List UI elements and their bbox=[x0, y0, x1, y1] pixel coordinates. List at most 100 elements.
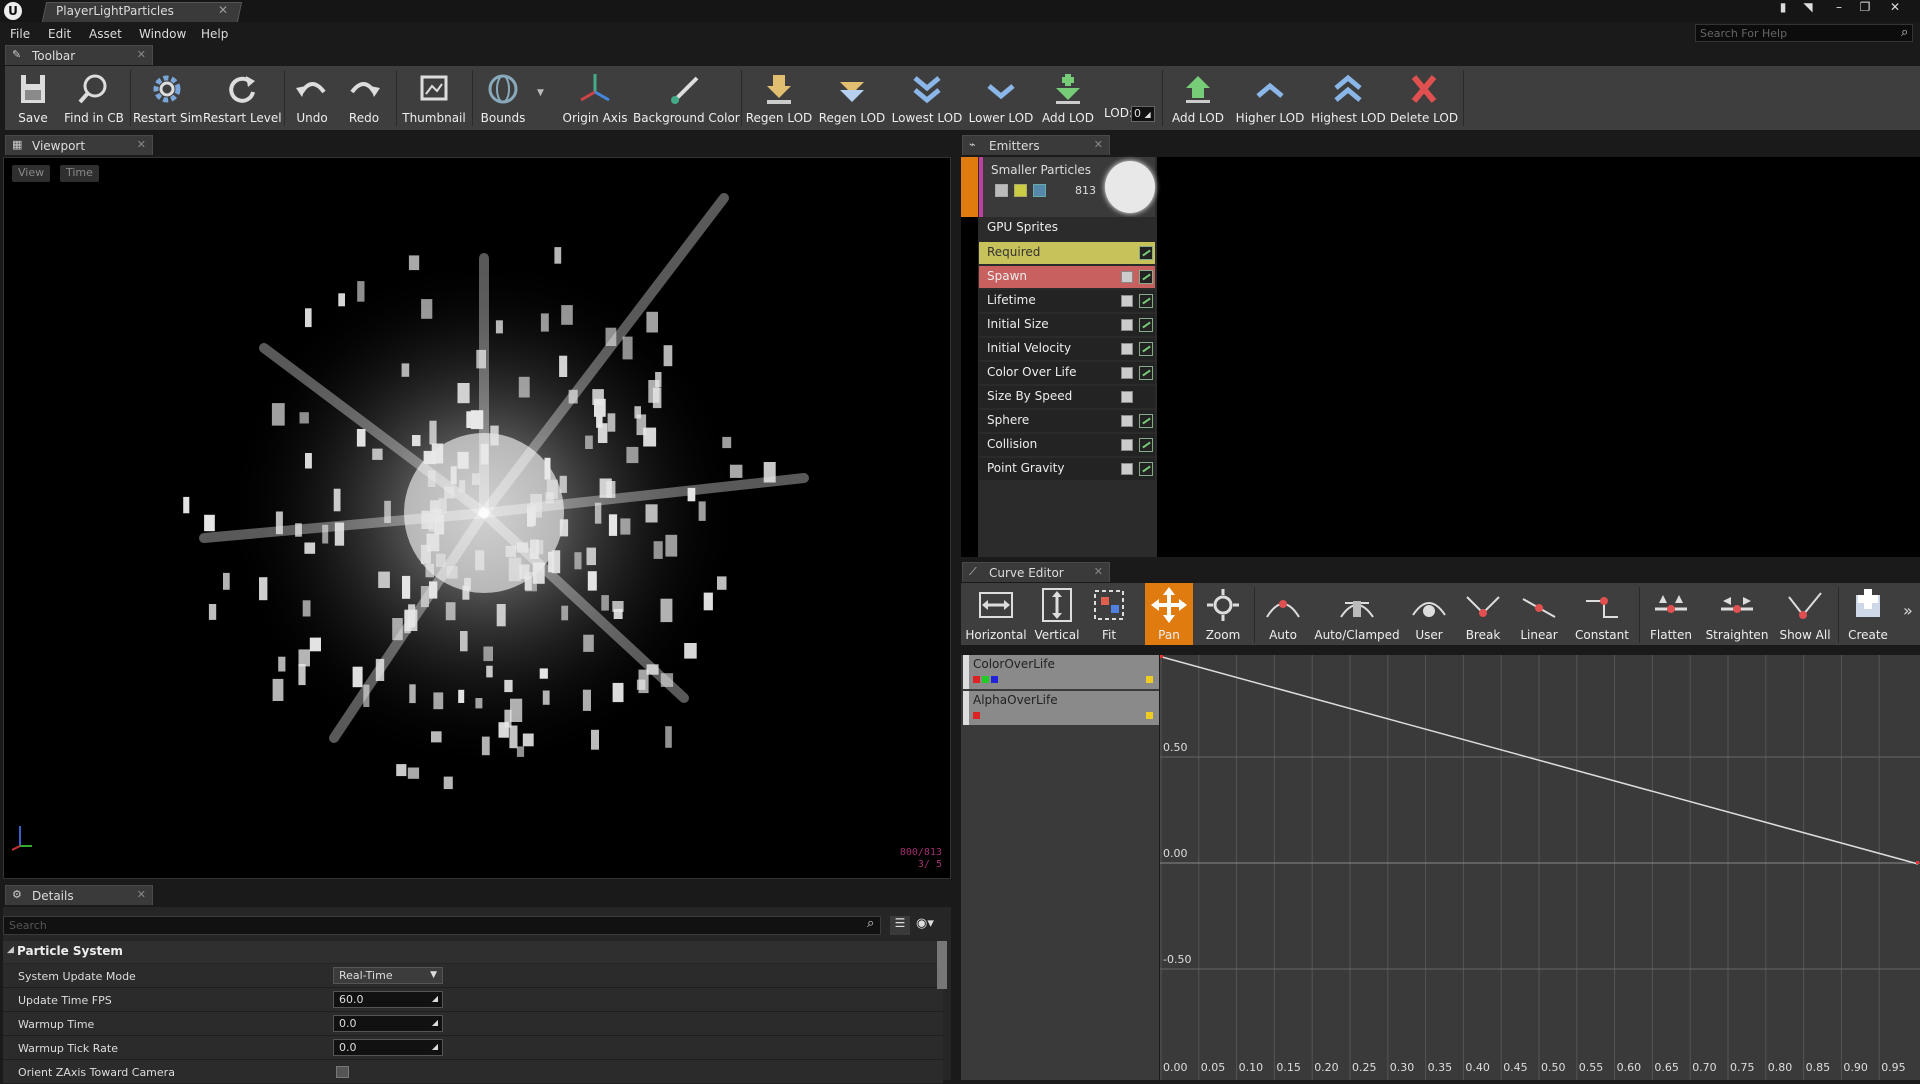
user-button[interactable]: User bbox=[1405, 583, 1453, 645]
curve-visibility-toggle[interactable] bbox=[1146, 676, 1153, 683]
collapse-arrow-icon[interactable]: ◢ bbox=[7, 945, 14, 955]
chevron-down-icon[interactable]: ▼ bbox=[537, 88, 544, 98]
close-icon[interactable]: ✕ bbox=[1094, 565, 1103, 578]
module-collision[interactable]: Collision bbox=[979, 434, 1155, 456]
emitter-header[interactable]: Smaller Particles 813 bbox=[979, 157, 1155, 217]
tab-viewport[interactable]: ▦ Viewport ✕ bbox=[5, 135, 153, 155]
curve-item-alpha-over-life[interactable]: AlphaOverLife bbox=[963, 691, 1159, 725]
list-view-icon[interactable]: ☰ bbox=[890, 916, 910, 935]
module-checkbox[interactable] bbox=[1121, 463, 1133, 475]
menu-edit[interactable]: Edit bbox=[48, 27, 71, 41]
tab-details[interactable]: ⚙ Details ✕ bbox=[5, 885, 153, 905]
highest-lod-button[interactable]: Highest LOD bbox=[1311, 66, 1386, 130]
module-spawn[interactable]: Spawn bbox=[979, 266, 1155, 288]
restart-level-button[interactable]: Restart Level bbox=[203, 66, 282, 130]
overflow-chevron-icon[interactable]: » bbox=[1903, 601, 1913, 620]
module-initial-size[interactable]: Initial Size bbox=[979, 314, 1155, 336]
view-button[interactable]: View bbox=[12, 165, 51, 182]
tab-curve-editor[interactable]: ⟋ Curve Editor ✕ bbox=[962, 562, 1110, 582]
red-channel-toggle[interactable] bbox=[973, 676, 980, 683]
curve-icon[interactable] bbox=[1139, 366, 1153, 380]
zoom-button[interactable]: Zoom bbox=[1197, 583, 1249, 645]
redo-button[interactable]: Redo bbox=[339, 66, 389, 130]
regen-lod-duplicate-button[interactable]: Regen LOD bbox=[817, 66, 887, 130]
restore-icon[interactable]: ❐ bbox=[1854, 0, 1876, 16]
orient-zaxis-checkbox[interactable] bbox=[336, 1066, 349, 1078]
origin-axis-button[interactable]: Origin Axis bbox=[559, 66, 631, 130]
module-checkbox[interactable] bbox=[1121, 391, 1133, 403]
vertical-button[interactable]: Vertical bbox=[1031, 583, 1083, 645]
delete-lod-button[interactable]: Delete LOD bbox=[1389, 66, 1459, 130]
find-in-cb-button[interactable]: Find in CB bbox=[61, 66, 127, 130]
tab-toolbar[interactable]: ✎ Toolbar ✕ bbox=[5, 45, 153, 65]
curve-icon[interactable] bbox=[1139, 246, 1153, 260]
curve-graph[interactable]: 0.50 0.00 -0.50 0.00 0.05 0.10 0.15 0.20 0.25… bbox=[1160, 655, 1920, 1080]
curve-graph-canvas[interactable] bbox=[1160, 655, 1920, 1080]
window-close-icon[interactable]: ✕ bbox=[1884, 0, 1906, 16]
alpha-channel-toggle[interactable] bbox=[973, 712, 980, 719]
eye-icon[interactable]: ◉▾ bbox=[916, 916, 934, 931]
menu-asset[interactable]: Asset bbox=[89, 27, 122, 41]
module-size-by-speed[interactable]: Size By Speed bbox=[979, 386, 1155, 408]
module-checkbox[interactable] bbox=[1121, 271, 1133, 283]
module-color-over-life[interactable]: Color Over Life bbox=[979, 362, 1155, 384]
viewport-canvas[interactable]: View Time 800/813 3/ 5 bbox=[3, 157, 951, 879]
auto-button[interactable]: Auto bbox=[1259, 583, 1307, 645]
undo-button[interactable]: Undo bbox=[287, 66, 337, 130]
background-color-button[interactable]: Background Color bbox=[633, 66, 740, 130]
warmup-tick-rate-field[interactable]: 0.0 ◢ bbox=[333, 1039, 443, 1056]
lower-lod-button[interactable]: Lower LOD bbox=[967, 66, 1035, 130]
module-checkbox[interactable] bbox=[1121, 415, 1133, 427]
constant-button[interactable]: Constant bbox=[1571, 583, 1633, 645]
add-lod-lower-button[interactable]: Add LOD bbox=[1039, 66, 1097, 130]
search-icon[interactable]: ⌕ bbox=[867, 916, 874, 931]
save-button[interactable]: Save bbox=[7, 66, 59, 130]
fit-button[interactable]: Fit bbox=[1087, 583, 1131, 645]
system-update-mode-select[interactable]: Real-Time ▼ bbox=[333, 967, 443, 984]
unreal-logo-icon[interactable]: U bbox=[4, 2, 22, 20]
curve-key[interactable] bbox=[1160, 655, 1163, 658]
emitter-enable-checkbox[interactable] bbox=[995, 184, 1008, 197]
close-icon[interactable]: ✕ bbox=[1094, 138, 1103, 151]
curve-icon[interactable] bbox=[1139, 342, 1153, 356]
horizontal-button[interactable]: Horizontal bbox=[965, 583, 1027, 645]
close-icon[interactable]: ✕ bbox=[137, 138, 146, 151]
close-icon[interactable]: ✕ bbox=[137, 888, 146, 901]
notification-icon[interactable]: ▮ bbox=[1772, 0, 1794, 16]
color-over-life-curve[interactable] bbox=[1161, 656, 1919, 865]
close-icon[interactable]: ✕ bbox=[218, 3, 228, 17]
emitter-solo-icon[interactable] bbox=[1014, 184, 1027, 197]
module-initial-velocity[interactable]: Initial Velocity bbox=[979, 338, 1155, 360]
curve-icon[interactable] bbox=[1139, 438, 1153, 452]
thumbnail-button[interactable]: Thumbnail bbox=[401, 66, 467, 130]
curve-icon[interactable] bbox=[1139, 318, 1153, 332]
details-scrollbar[interactable] bbox=[937, 941, 947, 989]
lod-value-field[interactable]: 0 ◢ bbox=[1131, 106, 1155, 122]
details-search-input[interactable]: Search bbox=[3, 916, 881, 935]
curve-key[interactable] bbox=[1916, 861, 1919, 864]
curve-icon[interactable] bbox=[1139, 294, 1153, 308]
add-lod-higher-button[interactable]: Add LOD bbox=[1167, 66, 1229, 130]
minimize-icon[interactable]: – bbox=[1828, 0, 1850, 16]
module-point-gravity[interactable]: Point Gravity bbox=[979, 458, 1155, 480]
feedback-icon[interactable]: ◥ bbox=[1797, 0, 1819, 16]
curve-visibility-toggle[interactable] bbox=[1146, 712, 1153, 719]
blue-channel-toggle[interactable] bbox=[991, 676, 998, 683]
pan-button[interactable]: Pan bbox=[1145, 583, 1193, 645]
curve-icon[interactable] bbox=[1139, 414, 1153, 428]
bounds-button[interactable]: Bounds bbox=[475, 66, 531, 130]
module-checkbox[interactable] bbox=[1121, 367, 1133, 379]
menu-file[interactable]: File bbox=[10, 27, 30, 41]
module-checkbox[interactable] bbox=[1121, 439, 1133, 451]
restart-sim-button[interactable]: Restart Sim bbox=[133, 66, 203, 130]
higher-lod-button[interactable]: Higher LOD bbox=[1233, 66, 1307, 130]
category-particle-system[interactable]: ◢ Particle System bbox=[3, 941, 943, 963]
show-all-button[interactable]: Show All bbox=[1775, 583, 1835, 645]
module-checkbox[interactable] bbox=[1121, 295, 1133, 307]
menu-window[interactable]: Window bbox=[139, 27, 186, 41]
module-sphere[interactable]: Sphere bbox=[979, 410, 1155, 432]
menu-help[interactable]: Help bbox=[201, 27, 228, 41]
module-required[interactable]: Required bbox=[979, 242, 1155, 264]
search-icon[interactable]: ⌕ bbox=[1901, 25, 1908, 40]
linear-button[interactable]: Linear bbox=[1513, 583, 1565, 645]
